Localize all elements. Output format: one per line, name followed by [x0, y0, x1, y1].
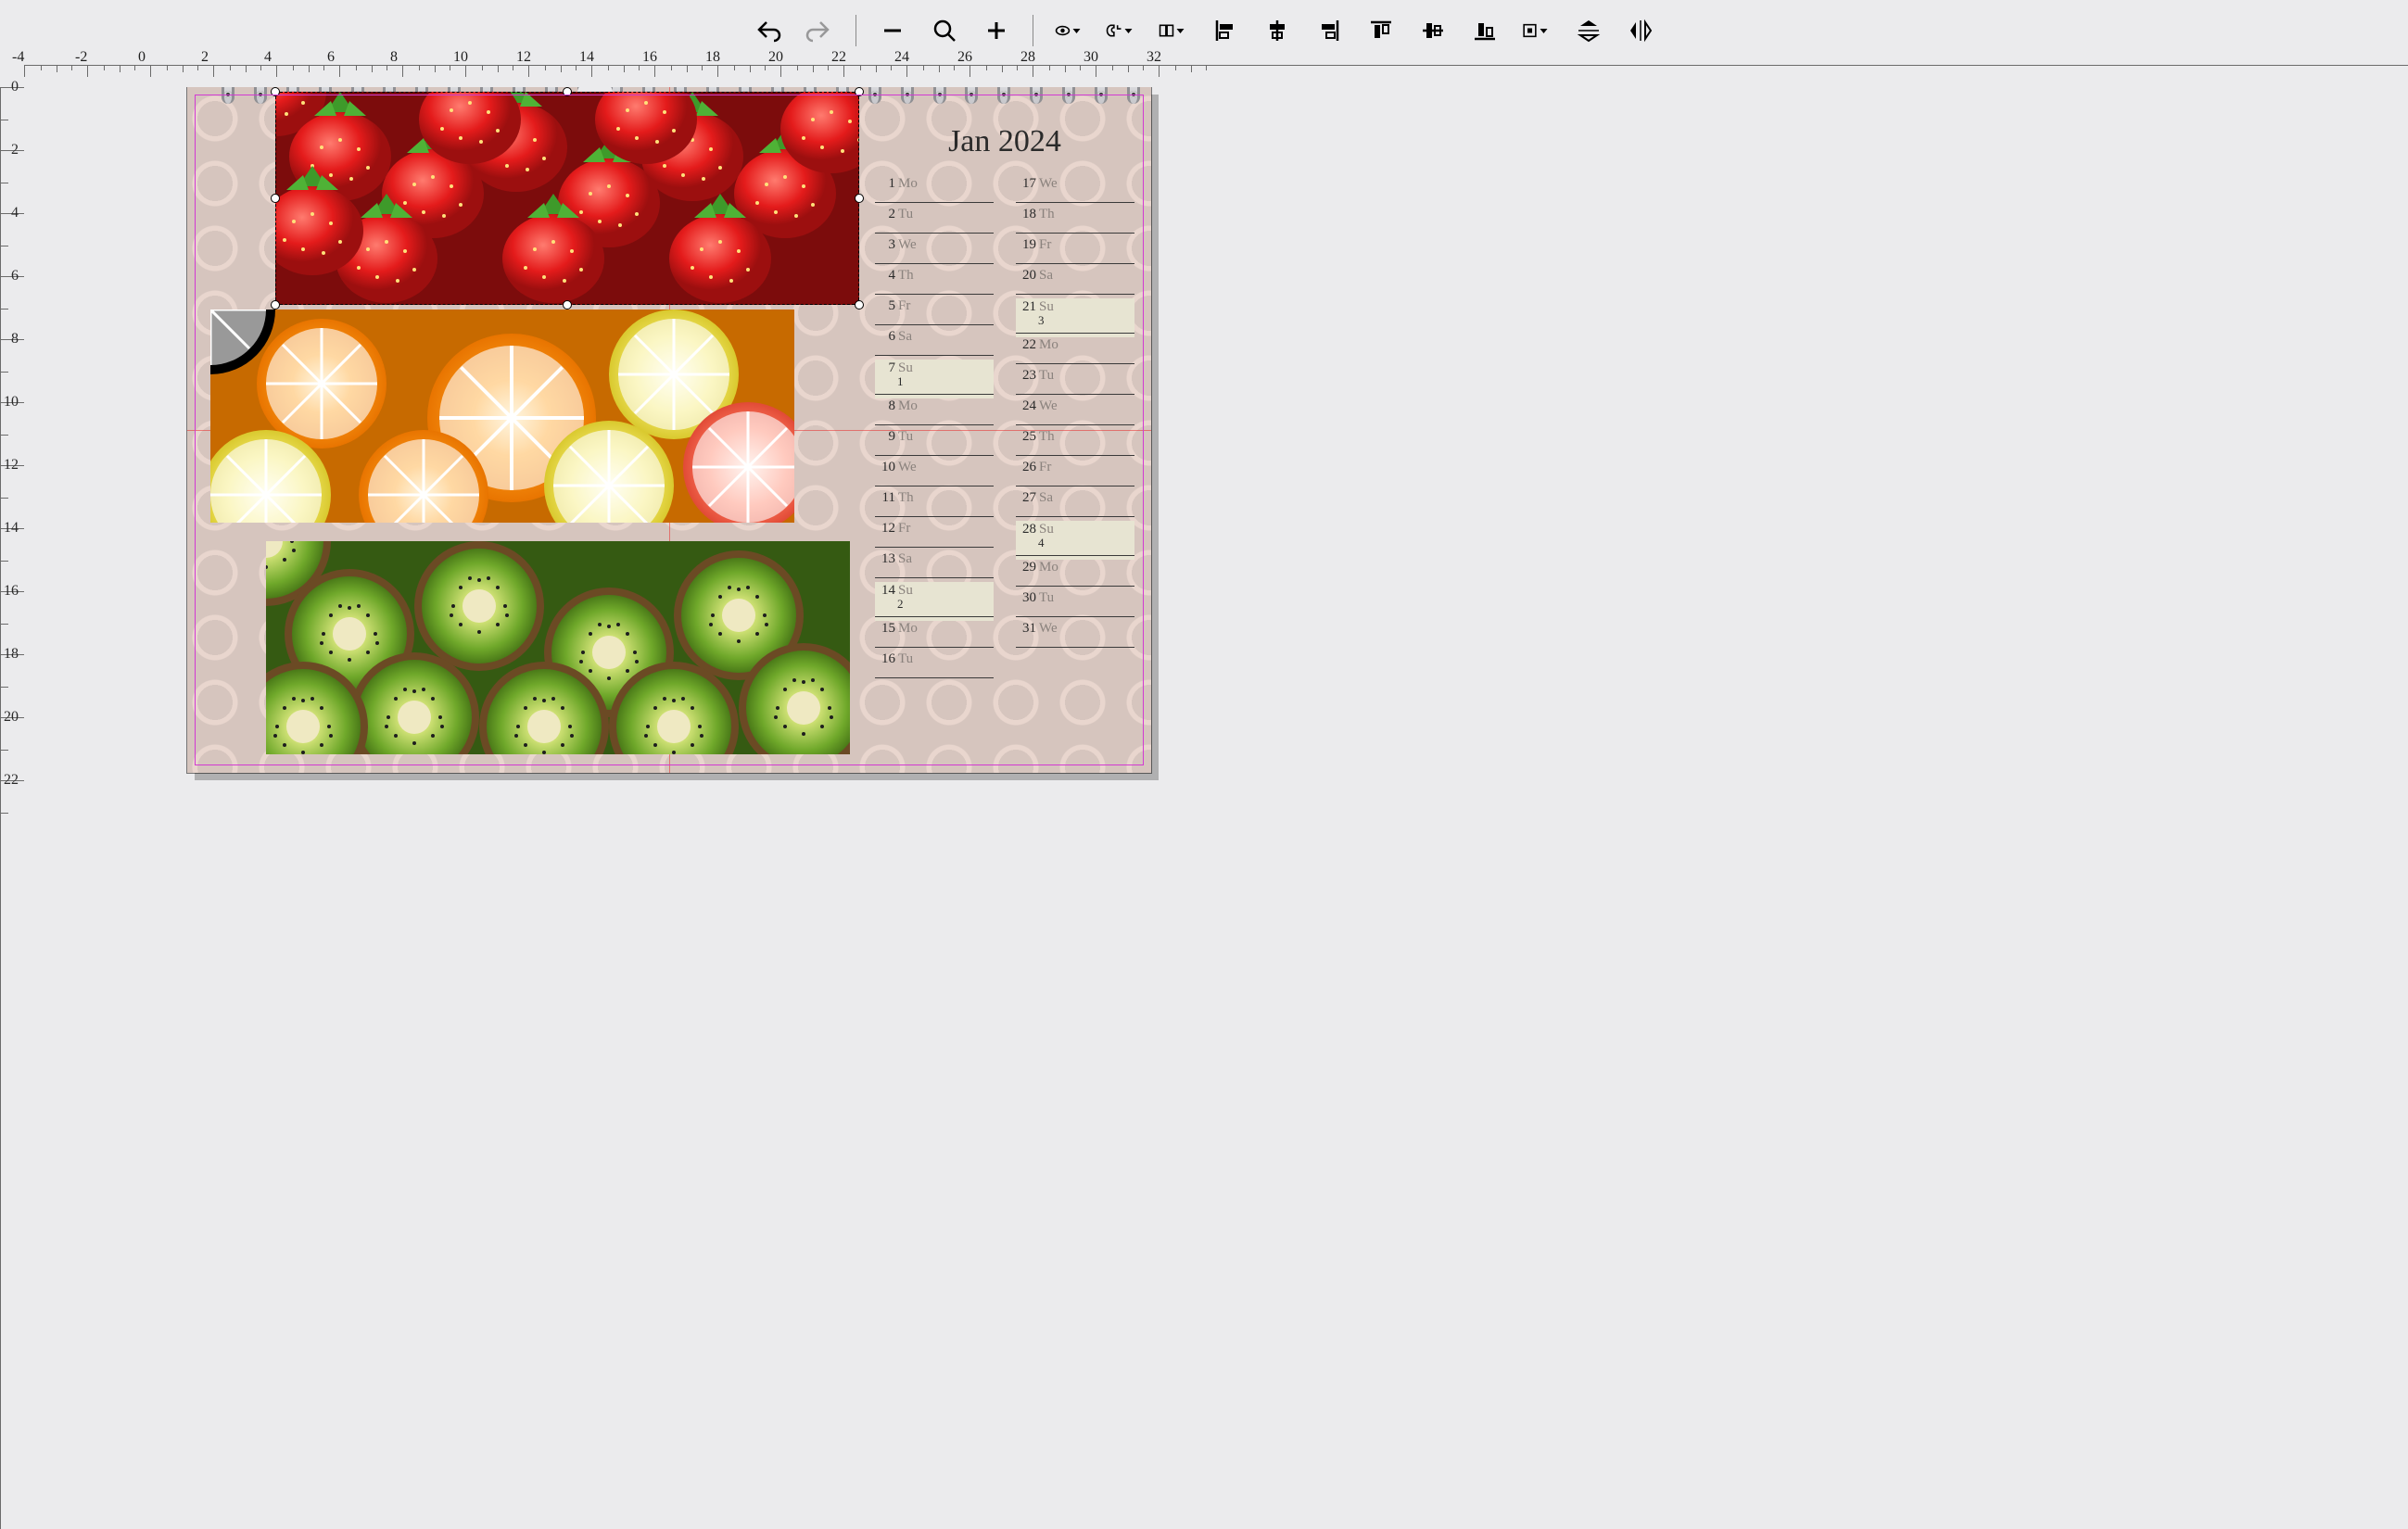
calendar-column-1: 1Mo2Tu3We4Th5Fr6Sa7Su18Mo9Tu10We11Th12Fr… — [875, 176, 994, 682]
image-citrus[interactable] — [210, 310, 794, 523]
redo-icon — [805, 17, 833, 44]
calendar-day: 20Sa — [1016, 268, 1134, 298]
calendar-day: 27Sa — [1016, 490, 1134, 521]
calendar-day: 9Tu — [875, 429, 994, 460]
calendar-day: 18Th — [1016, 207, 1134, 237]
calendar-day: 19Fr — [1016, 237, 1134, 268]
flip-v-icon — [1575, 17, 1603, 44]
calendar-day: 26Fr — [1016, 460, 1134, 490]
undo-button[interactable] — [752, 15, 783, 46]
zoom-out-icon — [879, 17, 906, 44]
vertical-ruler: 0246810121416182022 — [0, 87, 24, 1529]
calendar-day: 11Th — [875, 490, 994, 521]
align-top-button[interactable] — [1365, 15, 1397, 46]
zoom-fit-button[interactable] — [929, 15, 960, 46]
calendar-day: 14Su2 — [875, 582, 994, 621]
calendar-day: 3We — [875, 237, 994, 268]
align-bottom-icon — [1471, 17, 1499, 44]
toolbar-separator — [855, 15, 856, 46]
dropdown-icon — [1172, 17, 1189, 44]
calendar-day: 6Sa — [875, 329, 994, 360]
calendar-day: 31We — [1016, 621, 1134, 651]
canvas[interactable]: Jan 2024 1Mo2Tu3We4Th5Fr6Sa7Su18Mo9Tu10W… — [24, 87, 2408, 1529]
align-page-button[interactable] — [1521, 15, 1553, 46]
align-bottom-button[interactable] — [1469, 15, 1501, 46]
align-center-v-button[interactable] — [1417, 15, 1449, 46]
zoom-out-button[interactable] — [877, 15, 908, 46]
align-right-icon — [1315, 17, 1343, 44]
calendar-day: 10We — [875, 460, 994, 490]
calendar-day: 30Tu — [1016, 590, 1134, 621]
calendar-day: 12Fr — [875, 521, 994, 551]
calendar-day: 15Mo — [875, 621, 994, 651]
calendar-day: 5Fr — [875, 298, 994, 329]
calendar-day: 21Su3 — [1016, 298, 1134, 337]
align-left-button[interactable] — [1210, 15, 1241, 46]
calendar-day: 4Th — [875, 268, 994, 298]
calendar-title: Jan 2024 — [875, 124, 1134, 159]
calendar-day: 2Tu — [875, 207, 994, 237]
calendar-day: 25Th — [1016, 429, 1134, 460]
spread-button[interactable] — [1158, 15, 1189, 46]
image-kiwi[interactable] — [266, 541, 850, 754]
align-left-icon — [1211, 17, 1239, 44]
align-center-h-icon — [1263, 17, 1291, 44]
calendar-day: 13Sa — [875, 551, 994, 582]
undo-icon — [754, 17, 781, 44]
zoom-in-button[interactable] — [981, 15, 1012, 46]
align-right-button[interactable] — [1313, 15, 1345, 46]
calendar-panel: Jan 2024 1Mo2Tu3We4Th5Fr6Sa7Su18Mo9Tu10W… — [875, 124, 1134, 682]
zoom-fit-icon — [931, 17, 958, 44]
align-top-icon — [1367, 17, 1395, 44]
calendar-day: 1Mo — [875, 176, 994, 207]
calendar-day: 17We — [1016, 176, 1134, 207]
align-center-h-button[interactable] — [1261, 15, 1293, 46]
zoom-in-icon — [982, 17, 1010, 44]
redo-button — [804, 15, 835, 46]
dropdown-icon — [1535, 17, 1553, 44]
flip-h-icon — [1627, 17, 1654, 44]
calendar-day: 16Tu — [875, 651, 994, 682]
flip-h-button[interactable] — [1625, 15, 1656, 46]
horizontal-ruler: -4-202468101214161820222426283032 — [24, 65, 2408, 87]
toolbar — [0, 0, 2408, 59]
dropdown-icon — [1120, 17, 1137, 44]
calendar-day: 29Mo — [1016, 560, 1134, 590]
visibility-button[interactable] — [1054, 15, 1085, 46]
calendar-day: 22Mo — [1016, 337, 1134, 368]
calendar-day: 23Tu — [1016, 368, 1134, 398]
calendar-column-2: 17We18Th19Fr20Sa21Su322Mo23Tu24We25Th26F… — [1016, 176, 1134, 682]
calendar-day: 28Su4 — [1016, 521, 1134, 560]
calendar-day: 24We — [1016, 398, 1134, 429]
align-center-v-icon — [1419, 17, 1447, 44]
calendar-page[interactable]: Jan 2024 1Mo2Tu3We4Th5Fr6Sa7Su18Mo9Tu10W… — [187, 87, 1151, 773]
calendar-day: 8Mo — [875, 398, 994, 429]
image-strawberries[interactable] — [275, 92, 859, 305]
flip-v-button[interactable] — [1573, 15, 1604, 46]
snap-button[interactable] — [1106, 15, 1137, 46]
dropdown-icon — [1068, 17, 1085, 44]
calendar-day: 7Su1 — [875, 360, 994, 398]
